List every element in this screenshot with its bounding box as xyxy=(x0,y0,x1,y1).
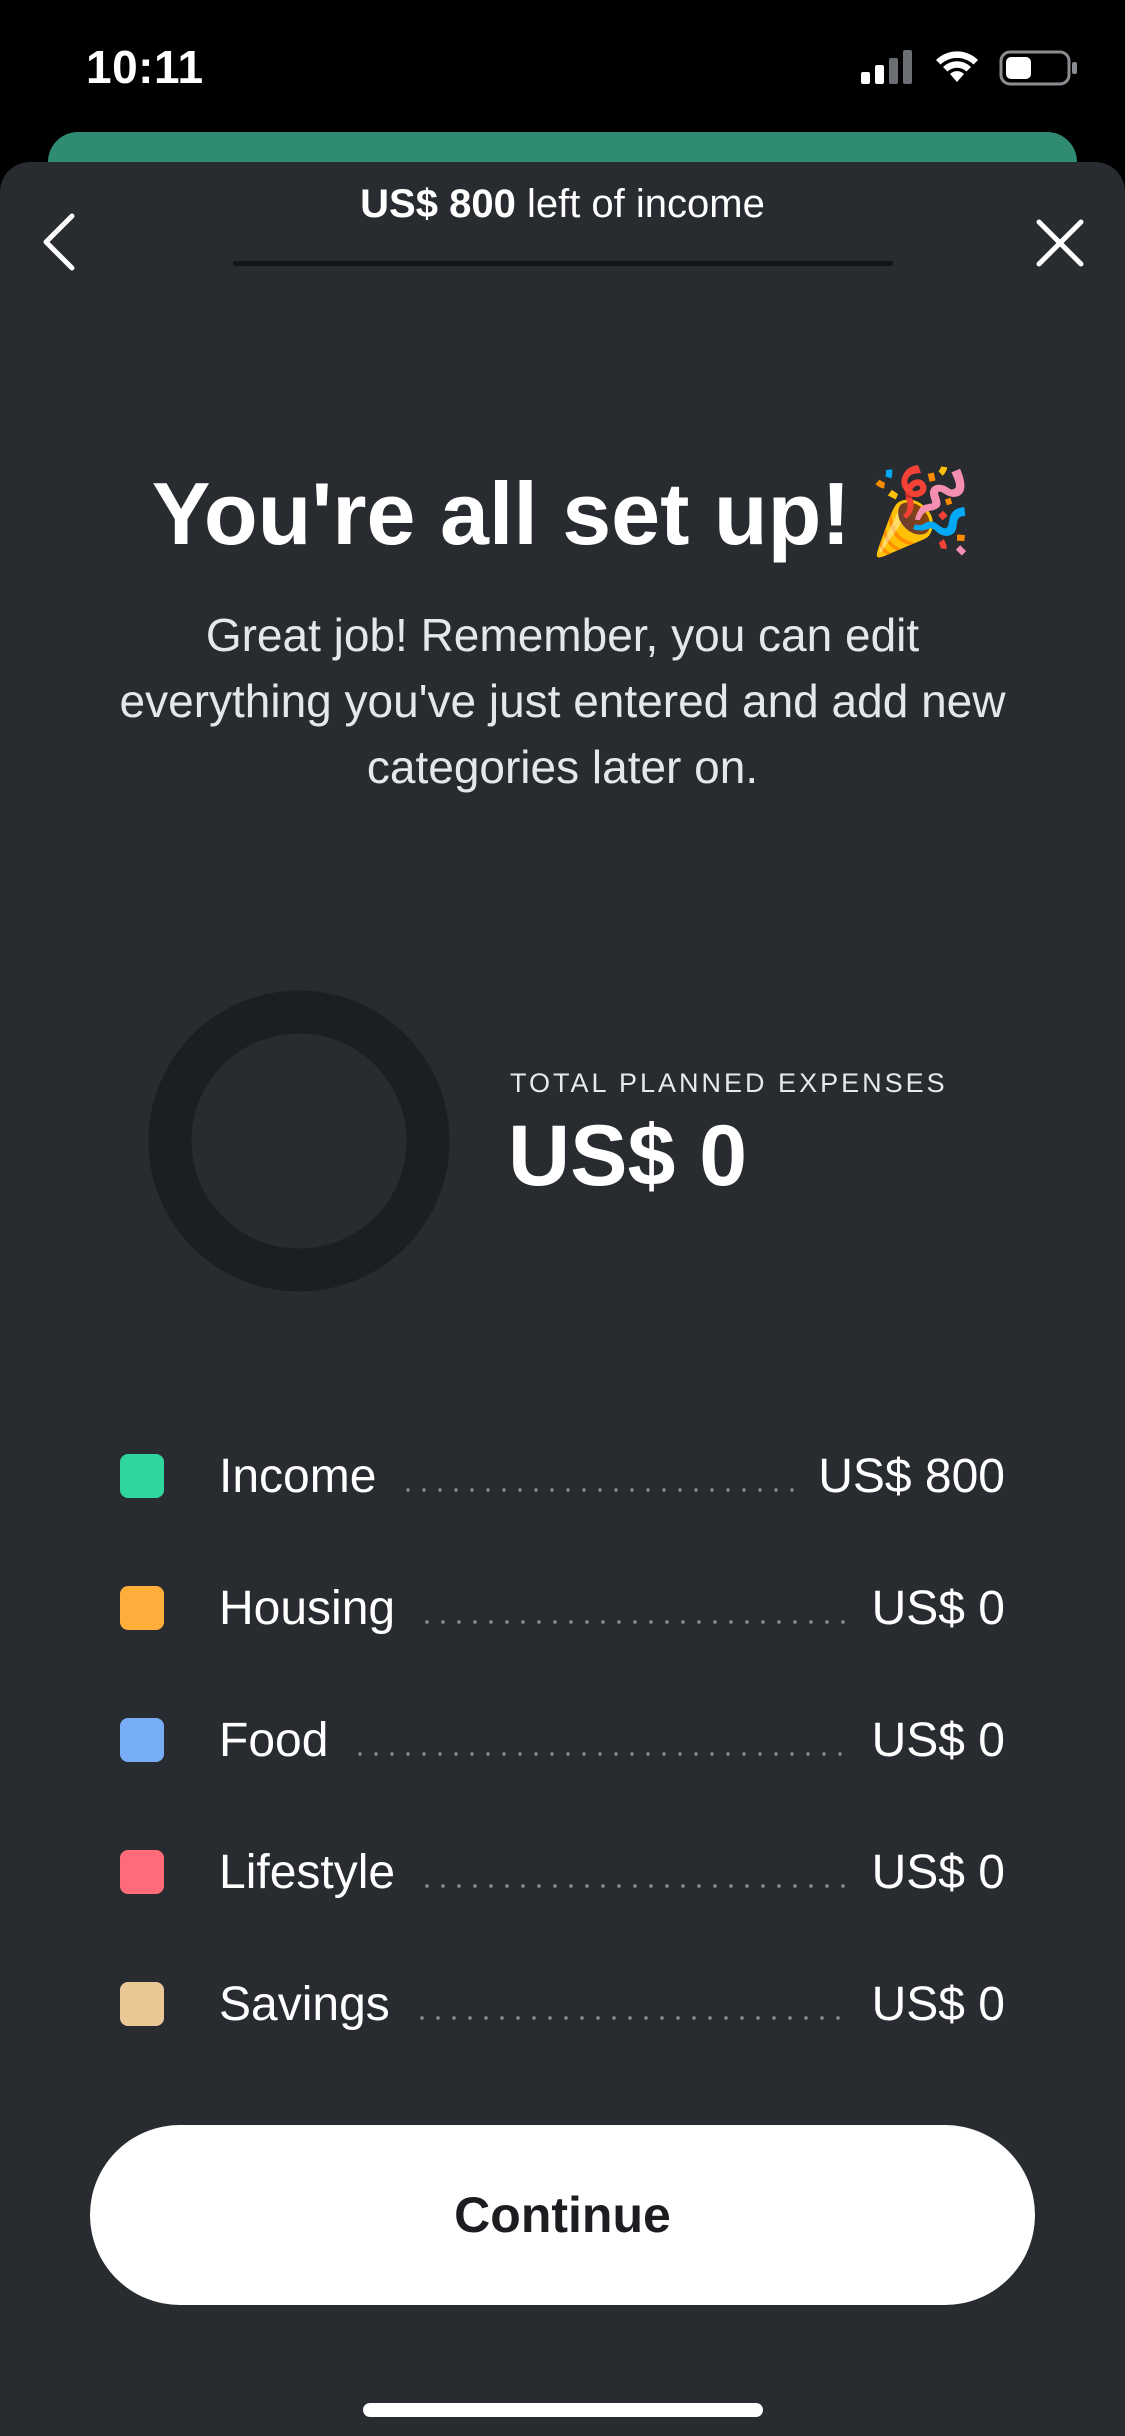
category-row-income: Income US$ 800 xyxy=(120,1410,1005,1542)
category-row-savings: Savings US$ 0 xyxy=(120,1938,1005,2070)
wifi-icon xyxy=(936,51,978,82)
category-row-housing: Housing US$ 0 xyxy=(120,1542,1005,1674)
income-color-swatch xyxy=(120,1454,164,1498)
status-bar: 10:11 xyxy=(0,0,1125,140)
continue-button-label: Continue xyxy=(454,2187,671,2243)
headline-text: You're all set up! xyxy=(151,464,851,563)
lifestyle-color-swatch xyxy=(120,1850,164,1894)
remaining-income-amount: US$ 800 xyxy=(360,182,516,226)
category-label: Income xyxy=(219,1449,377,1503)
category-value: US$ 800 xyxy=(818,1449,1005,1503)
party-popper-icon: 🎉 xyxy=(868,464,974,558)
cellular-signal-icon xyxy=(861,50,912,84)
continue-button[interactable]: Continue xyxy=(90,2125,1035,2305)
category-row-food: Food US$ 0 xyxy=(120,1674,1005,1806)
dotted-leader xyxy=(352,1752,848,1756)
category-value: US$ 0 xyxy=(871,1713,1005,1767)
category-label: Savings xyxy=(219,1977,390,2031)
headline: You're all set up! 🎉 xyxy=(0,462,1125,565)
category-label: Lifestyle xyxy=(219,1845,396,1899)
subtitle: Great job! Remember, you can edit everyt… xyxy=(119,609,1006,793)
expenses-donut-chart xyxy=(148,990,450,1292)
category-row-lifestyle: Lifestyle US$ 0 xyxy=(120,1806,1005,1938)
close-icon xyxy=(1036,219,1084,267)
close-button[interactable] xyxy=(1025,208,1095,278)
remaining-income-suffix: left of income xyxy=(515,182,765,226)
dotted-leader xyxy=(413,2016,848,2020)
category-value: US$ 0 xyxy=(871,1977,1005,2031)
budget-summary-sheet: US$ 800 left of income You're all set up… xyxy=(0,162,1125,2436)
dotted-leader xyxy=(419,1884,848,1888)
donut-track xyxy=(148,990,450,1292)
title-underline xyxy=(233,261,893,266)
category-label: Food xyxy=(219,1713,329,1767)
dotted-leader xyxy=(400,1488,795,1492)
savings-color-swatch xyxy=(120,1982,164,2026)
battery-icon xyxy=(999,50,1077,86)
housing-color-swatch xyxy=(120,1586,164,1630)
home-indicator xyxy=(363,2403,763,2417)
category-list: Income US$ 800 Housing US$ 0 Food US$ 0 … xyxy=(120,1410,1005,2070)
food-color-swatch xyxy=(120,1718,164,1762)
status-time: 10:11 xyxy=(86,41,204,93)
status-icons xyxy=(861,50,1081,90)
total-planned-expenses-value: US$ 0 xyxy=(508,1108,748,1204)
dotted-leader xyxy=(419,1620,848,1624)
category-label: Housing xyxy=(219,1581,396,1635)
remaining-income-title: US$ 800 left of income xyxy=(0,182,1125,227)
total-planned-expenses-label: TOTAL PLANNED EXPENSES xyxy=(510,1068,948,1098)
category-value: US$ 0 xyxy=(871,1845,1005,1899)
category-value: US$ 0 xyxy=(871,1581,1005,1635)
